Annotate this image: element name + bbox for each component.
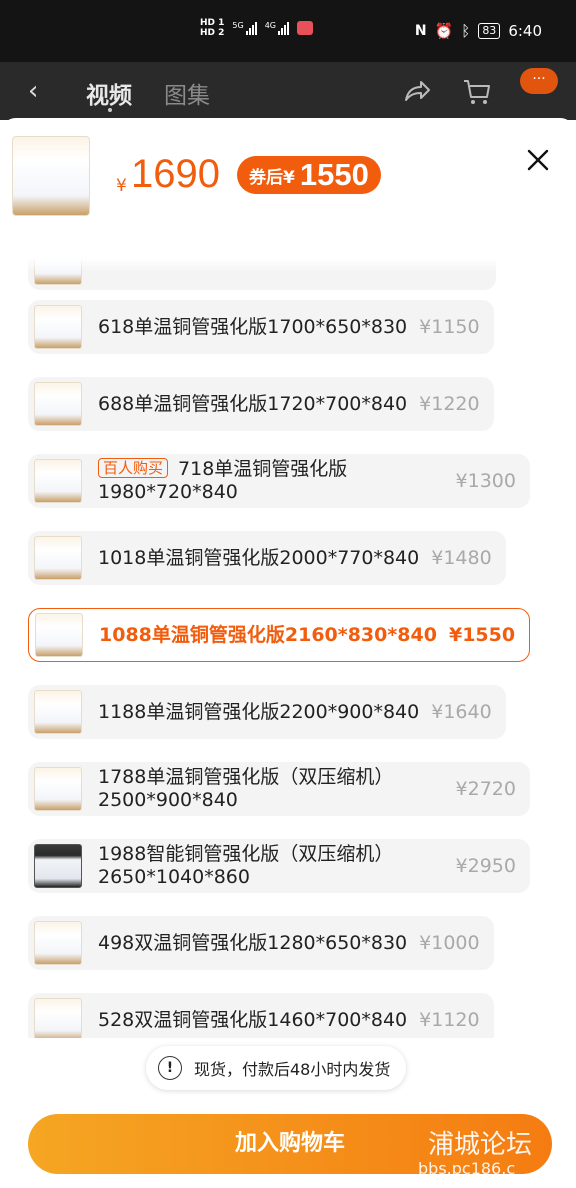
battery-icon: 83 [478,23,501,39]
sim1-label: HD 1 [200,18,225,28]
signal-5g-icon: 5G [232,21,257,35]
sku-thumbnail [34,536,82,580]
sku-option[interactable]: 1788单温铜管强化版（双压缩机） 2500*900*840 ¥2720 [28,762,530,816]
share-icon[interactable] [402,78,432,104]
sku-label: 498双温铜管强化版1280*650*830 [98,931,408,954]
sku-option-selected[interactable]: 1088单温铜管强化版2160*830*840 ¥1550 [28,608,531,662]
sku-label: 618单温铜管强化版1700*650*830 [98,315,408,338]
sku-option[interactable]: 618单温铜管强化版1700*650*830 ¥1150 [28,300,494,354]
info-icon: ! [158,1056,182,1080]
sku-thumbnail [34,998,82,1038]
status-right: N ⏰ ᛒ 83 6:40 [415,22,542,40]
sku-label: 1988智能铜管强化版（双压缩机） [98,843,394,865]
popular-badge: 百人购买 [98,458,169,478]
sku-thumbnail [34,844,82,888]
sku-label-line2: 2500*900*840 [98,789,238,811]
sku-option[interactable]: 百人购买 718单温铜管强化版 1980*720*840 ¥1300 [28,454,530,508]
sku-thumbnail [34,305,82,349]
watermark-url: bbs.pc186.c [418,1159,516,1178]
sku-label-block: 1788单温铜管强化版（双压缩机） 2500*900*840 [98,766,444,812]
net2-label: 4G [264,21,276,30]
bluetooth-icon: ᛒ [461,22,471,40]
sku-thumbnail [34,690,82,734]
sku-price: ¥2720 [455,778,516,800]
sku-thumbnail [34,459,82,503]
sku-options-list[interactable]: 618单温铜管强化版1700*650*830 ¥1150 688单温铜管强化版1… [0,258,576,1038]
sim-indicator: HD 1 HD 2 [200,18,224,38]
list-fade [0,258,576,272]
sku-thumbnail [34,921,82,965]
sku-thumbnail [35,613,83,657]
sku-price: ¥1480 [431,547,492,569]
product-price: 1690 [131,152,220,196]
price-currency: ¥ [116,176,127,196]
sku-option[interactable]: 1018单温铜管强化版2000*770*840 ¥1480 [28,531,506,585]
sku-option[interactable]: 1188单温铜管强化版2200*900*840 ¥1640 [28,685,506,739]
back-button[interactable]: ‹ [28,76,38,106]
sku-label-line2: 2650*1040*860 [98,866,250,888]
sku-label-line2: 1980*720*840 [98,481,238,503]
product-thumbnail [12,136,90,216]
sku-option[interactable]: 688单温铜管强化版1720*700*840 ¥1220 [28,377,494,431]
sku-label: 718单温铜管强化版 [178,458,348,480]
sku-label: 1188单温铜管强化版2200*900*840 [98,700,420,723]
sku-label-block: 百人购买 718单温铜管强化版 1980*720*840 [98,458,444,504]
alarm-icon: ⏰ [434,22,454,40]
sku-price: ¥2950 [455,855,516,877]
tab-video[interactable]: 视频 [86,76,132,110]
status-bar: HD 1 HD 2 5G 4G N ⏰ ᛒ 83 6:40 [0,0,576,62]
sku-label: 1018单温铜管强化版2000*770*840 [98,546,420,569]
sku-price: ¥1550 [448,624,516,646]
notification-app-icon [297,21,313,35]
more-button[interactable]: ··· [520,68,558,94]
sku-sheet: ¥ 1690 券后¥ 1550 618单温铜管强化版1700*650*830 ¥… [0,118,576,1188]
tab-gallery[interactable]: 图集 [164,76,210,110]
shipping-notice: ! 现货，付款后48小时内发货 [146,1046,407,1090]
close-icon[interactable] [526,148,550,172]
sku-price: ¥1300 [455,470,516,492]
top-nav: ‹ 视频 图集 ··· [0,62,576,120]
net1-label: 5G [232,21,244,30]
coupon-price: 1550 [299,157,369,192]
watermark-text: 浦城论坛 [428,1130,533,1160]
coupon-label: 券后¥ [249,167,295,188]
coupon-price-badge: 券后¥ 1550 [237,156,381,194]
sku-label: 688单温铜管强化版1720*700*840 [98,392,408,415]
shipping-notice-text: 现货，付款后48小时内发货 [194,1060,391,1079]
status-left: HD 1 HD 2 5G 4G [200,18,313,38]
sku-option[interactable]: 498双温铜管强化版1280*650*830 ¥1000 [28,916,494,970]
sku-label: 1788单温铜管强化版（双压缩机） [98,766,394,788]
tab-indicator [108,108,112,112]
cart-icon[interactable] [462,78,492,106]
sku-option[interactable]: 1988智能铜管强化版（双压缩机） 2650*1040*860 ¥2950 [28,839,530,893]
sku-price: ¥1120 [419,1009,480,1031]
sku-price: ¥1220 [419,393,480,415]
sim2-label: HD 2 [200,28,225,38]
sku-price: ¥1150 [419,316,480,338]
signal-4g-icon: 4G [265,21,289,35]
clock: 6:40 [508,22,542,40]
sku-label: 1088单温铜管强化版2160*830*840 [99,623,437,646]
sku-price: ¥1640 [431,701,492,723]
sku-price: ¥1000 [419,932,480,954]
sku-thumbnail [34,767,82,811]
sku-thumbnail [34,382,82,426]
sku-option[interactable]: 528双温铜管强化版1460*700*840 ¥1120 [28,993,494,1038]
sku-label: 528双温铜管强化版1460*700*840 [98,1008,408,1031]
sku-label-block: 1988智能铜管强化版（双压缩机） 2650*1040*860 [98,843,444,889]
nfc-icon: N [414,23,427,39]
